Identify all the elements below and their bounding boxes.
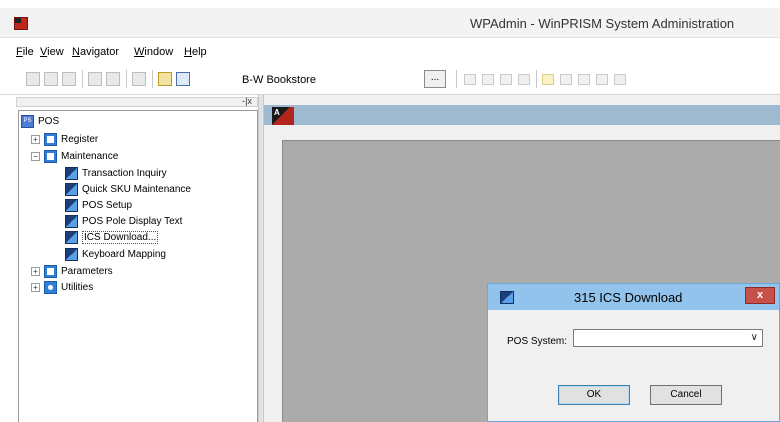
menu-bar: File View Navigator Window Help xyxy=(0,46,780,62)
window-tile-icon[interactable] xyxy=(596,74,608,85)
cancel-button[interactable]: Cancel xyxy=(650,385,722,405)
navigator-header xyxy=(16,97,258,107)
store-picker-button[interactable]: ... xyxy=(424,70,446,88)
folder-icon xyxy=(44,149,57,163)
module-icon xyxy=(500,291,514,304)
toolbar-separator xyxy=(126,70,127,88)
tree-node-label: POS Setup xyxy=(82,199,133,211)
store-label: B-W Bookstore xyxy=(242,74,316,86)
window-tile-icon[interactable] xyxy=(542,74,554,85)
module-icon xyxy=(65,230,78,244)
tree-node-label-selected: ICS Download... xyxy=(82,230,159,244)
tree-node-ics-download[interactable]: ICS Download... xyxy=(65,229,159,245)
window-tile-icon[interactable] xyxy=(578,74,590,85)
context-help-icon[interactable] xyxy=(176,72,190,86)
dialog-body: POS System: ∨ OK Cancel xyxy=(488,310,779,421)
paste-icon[interactable] xyxy=(62,72,76,86)
tree-node-maintenance[interactable]: − Maintenance xyxy=(31,148,118,164)
navigator-tree: PS POS + Register − Maintenance Transact… xyxy=(18,110,258,422)
app-icon[interactable] xyxy=(14,17,28,30)
menu-file-label: ile xyxy=(22,46,34,58)
document-header xyxy=(264,105,780,125)
window-title: WPAdmin - WinPRISM System Administration xyxy=(470,16,735,31)
menu-window-label: indow xyxy=(144,46,174,58)
menu-help[interactable]: Help xyxy=(184,46,207,58)
menu-file-mnemonic: F xyxy=(16,46,23,58)
ok-button[interactable]: OK xyxy=(558,385,630,405)
tree-node-register[interactable]: + Register xyxy=(31,131,98,147)
refresh-icon[interactable] xyxy=(132,72,146,86)
window-tile-icon[interactable] xyxy=(614,74,626,85)
top-strip xyxy=(0,0,780,8)
tree-node-pos-pole-display-text[interactable]: POS Pole Display Text xyxy=(65,213,182,229)
expand-icon[interactable]: + xyxy=(31,134,40,144)
menu-navigator-label: avigator xyxy=(79,46,120,58)
tree-node-utilities[interactable]: + Utilities xyxy=(31,279,93,295)
tree-node-label: Utilities xyxy=(61,281,94,293)
pos-icon: PS xyxy=(21,114,34,128)
tree-node-label: POS xyxy=(38,115,60,127)
pos-system-label: POS System: xyxy=(507,336,568,347)
dialog-close-button[interactable]: x xyxy=(745,287,775,304)
window-tile-icon[interactable] xyxy=(482,74,494,85)
pos-system-select[interactable]: ∨ xyxy=(573,329,763,347)
tree-node-label: Maintenance xyxy=(61,150,119,162)
window-tile-icon[interactable] xyxy=(518,74,530,85)
tree-node-pos[interactable]: PS POS xyxy=(21,113,59,129)
copy-icon[interactable] xyxy=(44,72,58,86)
tree-node-label: Register xyxy=(61,133,99,145)
dialog-title-bar[interactable]: 315 ICS Download x xyxy=(488,284,779,310)
toolbar-separator xyxy=(152,70,153,88)
folder-icon xyxy=(44,264,57,278)
menu-file[interactable]: File xyxy=(16,46,34,58)
dialog-title: 315 ICS Download xyxy=(574,290,683,305)
menu-view-label: iew xyxy=(47,46,64,58)
ics-download-dialog: 315 ICS Download x POS System: ∨ OK Canc… xyxy=(487,283,780,422)
tree-node-pos-setup[interactable]: POS Setup xyxy=(65,197,132,213)
toolbar: B-W Bookstore ... xyxy=(0,68,780,92)
window-tile-icon[interactable] xyxy=(500,74,512,85)
menu-help-mnemonic: H xyxy=(184,46,192,58)
document-icon-letter: A xyxy=(274,108,280,117)
cut-icon[interactable] xyxy=(26,72,40,86)
menu-navigator[interactable]: Navigator xyxy=(72,46,119,58)
print-icon[interactable] xyxy=(88,72,102,86)
gear-icon xyxy=(44,280,57,294)
module-icon xyxy=(65,214,78,228)
title-bar: WPAdmin - WinPRISM System Administration xyxy=(0,8,780,38)
folder-icon xyxy=(44,132,57,146)
document-icon[interactable]: A xyxy=(272,107,294,125)
menu-navigator-mnemonic: N xyxy=(72,46,80,58)
module-icon xyxy=(65,198,78,212)
chevron-down-icon[interactable]: ∨ xyxy=(751,332,758,343)
tree-node-keyboard-mapping[interactable]: Keyboard Mapping xyxy=(65,246,166,262)
window-tile-icon[interactable] xyxy=(560,74,572,85)
menu-view[interactable]: View xyxy=(40,46,64,58)
help-icon[interactable] xyxy=(158,72,172,86)
tree-node-parameters[interactable]: + Parameters xyxy=(31,263,113,279)
window-tile-icon[interactable] xyxy=(464,74,476,85)
tree-node-quick-sku-maintenance[interactable]: Quick SKU Maintenance xyxy=(65,181,191,197)
tree-node-label: Transaction Inquiry xyxy=(82,167,167,179)
module-icon xyxy=(65,247,78,261)
toolbar-separator xyxy=(82,70,83,88)
menu-window[interactable]: Window xyxy=(134,46,173,58)
tree-node-label: Keyboard Mapping xyxy=(82,248,166,260)
menu-window-mnemonic: W xyxy=(134,46,145,58)
menu-help-label: elp xyxy=(191,46,207,58)
tree-node-label: POS Pole Display Text xyxy=(82,215,183,227)
navigator-close-button[interactable]: -|x xyxy=(236,97,258,107)
toolbar-separator xyxy=(456,70,457,88)
tree-node-transaction-inquiry[interactable]: Transaction Inquiry xyxy=(65,165,167,181)
tree-node-label: Parameters xyxy=(61,265,113,277)
collapse-icon[interactable]: − xyxy=(31,151,40,161)
tree-node-label: Quick SKU Maintenance xyxy=(82,183,191,195)
module-icon xyxy=(65,182,78,196)
print-preview-icon[interactable] xyxy=(106,72,120,86)
toolbar-separator xyxy=(536,70,537,88)
expand-icon[interactable]: + xyxy=(31,282,40,292)
expand-icon[interactable]: + xyxy=(31,266,40,276)
module-icon xyxy=(65,166,78,180)
